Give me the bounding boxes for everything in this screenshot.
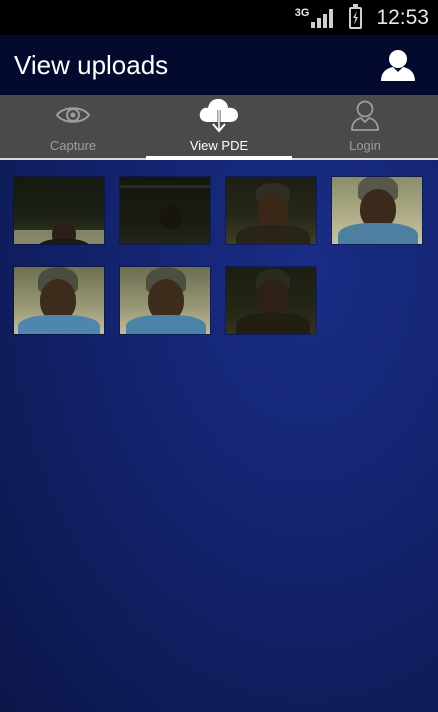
tab-view-pde-label: View PDE: [189, 138, 249, 153]
action-bar: View uploads: [0, 35, 438, 95]
cloud-download-icon: [198, 95, 240, 135]
photo-thumbnail-6[interactable]: [119, 266, 211, 335]
user-icon: [381, 50, 415, 81]
photo-thumbnail-1[interactable]: [13, 176, 105, 245]
status-bar: 3G 12:53: [0, 0, 438, 35]
signal-icon: [311, 8, 334, 28]
photo-thumbnail-7[interactable]: [225, 266, 317, 335]
photo-thumbnail-3[interactable]: [225, 176, 317, 245]
tab-capture[interactable]: Capture: [0, 95, 146, 158]
photo-thumbnail-4[interactable]: [331, 176, 423, 245]
uploads-gallery: [0, 160, 438, 712]
photo-thumbnail-5[interactable]: [13, 266, 105, 335]
tab-login[interactable]: Login: [292, 95, 438, 158]
tab-view-pde[interactable]: View PDE: [146, 95, 292, 160]
network-type: 3G: [294, 6, 310, 19]
user-account-button[interactable]: [378, 45, 418, 85]
thumbnail-grid: [13, 176, 423, 335]
photo-thumbnail-2[interactable]: [119, 176, 211, 245]
eye-icon: [55, 95, 91, 135]
tab-bar: Capture View PDE Login: [0, 95, 438, 160]
battery-icon: [349, 3, 363, 29]
page-title: View uploads: [14, 49, 169, 80]
user-outline-icon: [350, 95, 380, 135]
clock: 12:53: [376, 5, 429, 29]
tab-login-label: Login: [349, 138, 381, 153]
tab-capture-label: Capture: [49, 138, 97, 153]
